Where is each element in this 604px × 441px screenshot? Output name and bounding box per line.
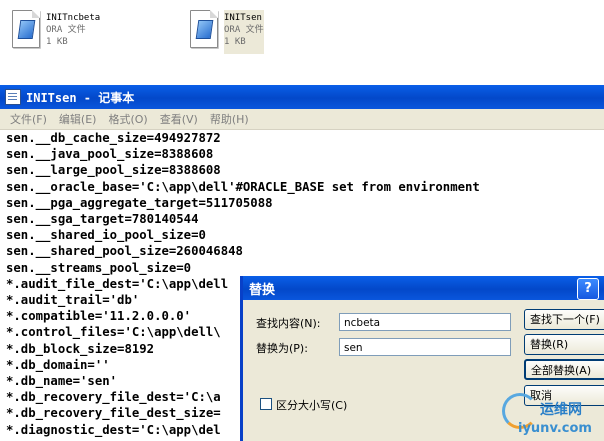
file-type: ORA 文件 <box>224 25 264 35</box>
explorer-file-area: INITncbeta ORA 文件 1 KB INITsen ORA 文件 1 … <box>0 0 604 80</box>
editor-line: sen.__shared_pool_size=260046848 <box>6 244 243 259</box>
menu-bar: 文件(F) 编辑(E) 格式(O) 查看(V) 帮助(H) <box>0 109 604 130</box>
ora-file-icon <box>188 10 220 50</box>
watermark-url: iyunv.com <box>518 421 592 436</box>
editor-line: sen.__java_pool_size=8388608 <box>6 147 214 162</box>
replace-all-button[interactable]: 全部替换(A) <box>524 359 604 380</box>
ora-file-icon <box>10 10 42 50</box>
menu-format[interactable]: 格式(O) <box>102 111 153 127</box>
file-item-initsen[interactable]: INITsen ORA 文件 1 KB <box>188 10 264 54</box>
watermark-logo: 运维网 iyunv.com <box>488 389 604 441</box>
editor-line: sen.__streams_pool_size=0 <box>6 260 192 275</box>
replace-label: 替换为(P): <box>256 342 308 355</box>
menu-help[interactable]: 帮助(H) <box>204 111 255 127</box>
editor-line: sen.__shared_io_pool_size=0 <box>6 228 206 243</box>
dialog-title: 替换 <box>249 282 276 298</box>
file-name: INITsen <box>224 13 262 23</box>
replace-button[interactable]: 替换(R) <box>524 334 604 355</box>
find-label: 查找内容(N): <box>256 317 321 330</box>
help-button[interactable]: ? <box>577 278 599 300</box>
notepad-icon <box>5 89 21 105</box>
menu-view[interactable]: 查看(V) <box>154 111 204 127</box>
editor-line: sen.__oracle_base='C:\app\dell'#ORACLE_B… <box>6 179 480 194</box>
dialog-titlebar[interactable]: 替换 ? <box>243 276 604 300</box>
file-size: 1 KB <box>46 37 68 47</box>
editor-line: sen.__large_pool_size=8388608 <box>6 163 221 178</box>
editor-line: sen.__db_cache_size=494927872 <box>6 131 221 145</box>
file-size: 1 KB <box>224 37 246 47</box>
find-input[interactable]: ncbeta <box>339 313 511 331</box>
file-type: ORA 文件 <box>46 25 86 35</box>
editor-line: sen.__sga_target=780140544 <box>6 212 199 227</box>
match-case-checkbox[interactable] <box>260 398 272 410</box>
menu-edit[interactable]: 编辑(E) <box>53 111 103 127</box>
find-next-button[interactable]: 查找下一个(F) <box>524 309 604 330</box>
editor-line: sen.__pga_aggregate_target=511705088 <box>6 195 273 210</box>
replace-input[interactable]: sen <box>339 338 511 356</box>
file-name: INITncbeta <box>46 13 101 23</box>
menu-file[interactable]: 文件(F) <box>4 111 53 127</box>
window-title: INITsen - 记事本 <box>26 90 135 105</box>
file-item-initncbeta[interactable]: INITncbeta ORA 文件 1 KB <box>10 10 100 54</box>
notepad-titlebar[interactable]: INITsen - 记事本 <box>0 85 604 109</box>
match-case-label: 区分大小写(C) <box>276 399 348 412</box>
watermark-cn: 运维网 <box>540 402 582 418</box>
